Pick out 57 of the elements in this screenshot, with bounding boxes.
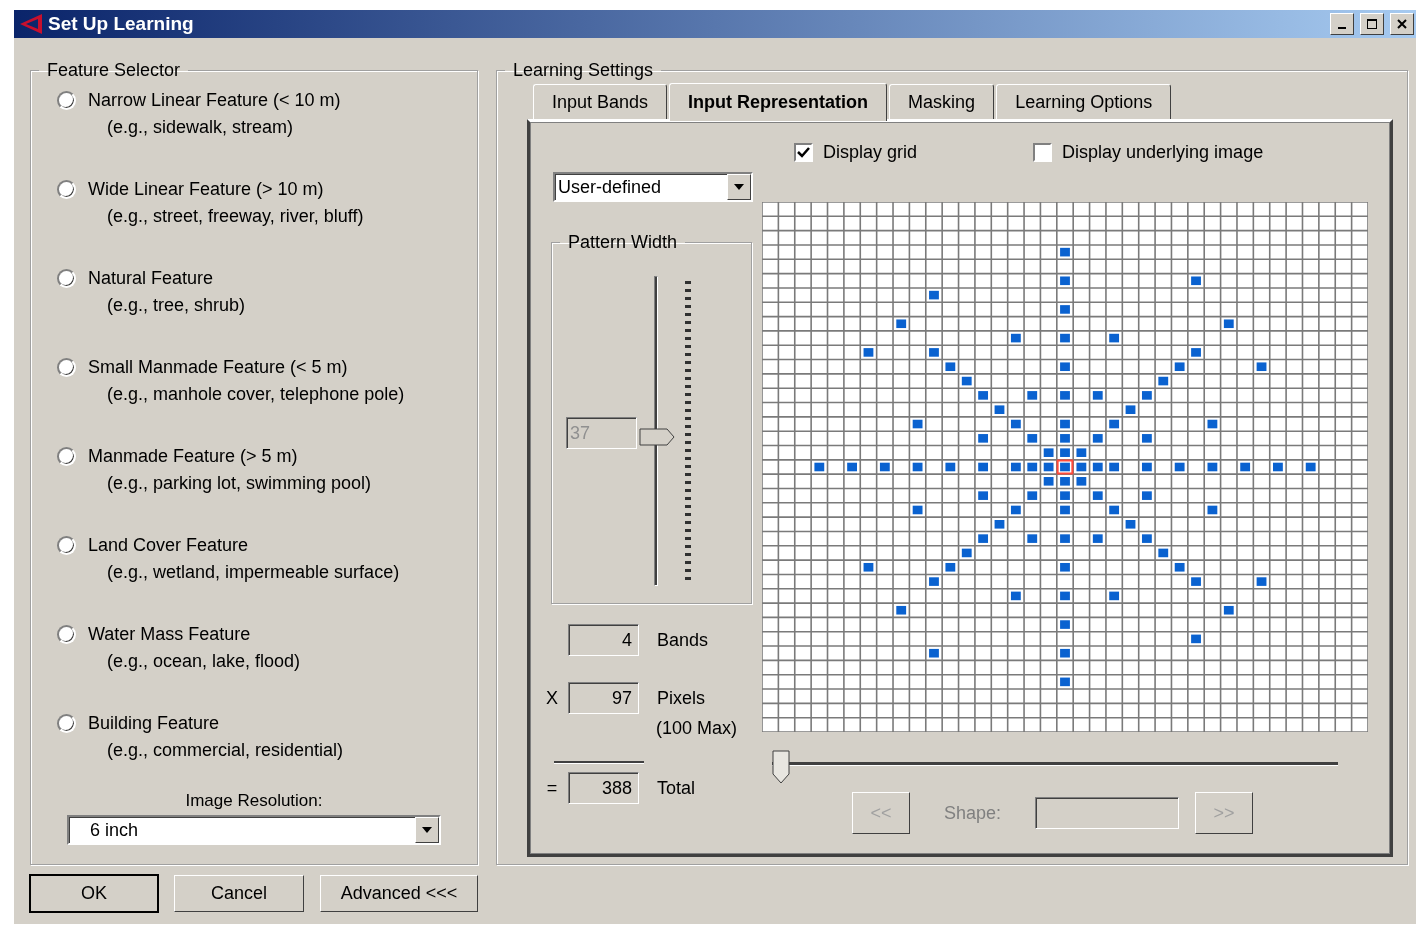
shape-label: Shape: (944, 802, 1002, 824)
minimize-button[interactable] (1330, 13, 1354, 35)
radio-option[interactable]: Natural Feature (57, 265, 477, 291)
resolution-dropdown[interactable]: 6 inch (67, 815, 441, 845)
radio-option[interactable]: Narrow Linear Feature (< 10 m) (57, 87, 477, 113)
example-text: (e.g., manhole cover, telephone pole) (107, 384, 406, 405)
example-text: (e.g., commercial, residential) (107, 740, 345, 761)
multiply-sign: X (545, 687, 559, 709)
checkmark-icon (797, 147, 810, 158)
caret-icon (734, 184, 744, 190)
dialog-button[interactable]: OK (30, 875, 158, 912)
shape-slider[interactable] (772, 750, 1338, 784)
pattern-dropdown[interactable]: User-defined (553, 172, 753, 202)
equals-sign: = (545, 777, 559, 799)
minimize-icon (1338, 27, 1346, 29)
app-logo-icon (18, 13, 44, 35)
pixels-field[interactable]: 97 (568, 682, 639, 714)
close-button[interactable] (1390, 13, 1414, 35)
example-text: (e.g., parking lot, swimming pool) (107, 473, 373, 494)
dialog-button[interactable]: Advanced <<< (320, 875, 478, 912)
tab[interactable]: Input Representation (669, 83, 888, 121)
radio-option[interactable]: Land Cover Feature (57, 532, 477, 558)
slider-thumb[interactable] (772, 750, 790, 784)
pattern-grid-drawing[interactable] (762, 202, 1368, 732)
radio-option[interactable]: Wide Linear Feature (> 10 m) (57, 176, 477, 202)
example-text: (e.g., street, freeway, river, bluff) (107, 206, 365, 227)
caret-icon (422, 827, 432, 833)
maximize-icon (1367, 19, 1377, 29)
dialog-button[interactable]: Cancel (174, 875, 304, 912)
tab[interactable]: Learning Options (996, 84, 1172, 119)
max-note: (100 Max) (656, 718, 739, 739)
maximize-button[interactable] (1360, 13, 1384, 35)
group-title: Pattern Width (567, 232, 679, 253)
checkbox[interactable]: Display grid (794, 142, 918, 163)
example-text: (e.g., tree, shrub) (107, 295, 247, 316)
resolution-label: Image Resolution: (185, 791, 323, 811)
close-icon (1397, 19, 1407, 29)
group-title: Learning Settings (512, 60, 655, 81)
radio-option[interactable]: Water Mass Feature (57, 621, 477, 647)
checkbox[interactable]: Display underlying image (1033, 142, 1264, 163)
bands-label: Bands (657, 629, 709, 651)
tab[interactable]: Masking (889, 84, 995, 119)
example-text: (e.g., sidewalk, stream) (107, 117, 295, 138)
radio-option[interactable]: Small Manmade Feature (< 5 m) (57, 354, 477, 380)
radio-option[interactable]: Building Feature (57, 710, 477, 736)
group-title: Feature Selector (46, 60, 182, 81)
tab[interactable]: Input Bands (533, 84, 668, 119)
shape-field[interactable] (1035, 797, 1180, 829)
window-title: Set Up Learning (48, 13, 195, 35)
example-text: (e.g., ocean, lake, flood) (107, 651, 302, 672)
radio-option[interactable]: Manmade Feature (> 5 m) (57, 443, 477, 469)
tick-marks-icon (685, 281, 691, 581)
total-field: 388 (568, 772, 639, 804)
total-label: Total (657, 777, 696, 799)
example-text: (e.g., wetland, impermeable surface) (107, 562, 401, 583)
pixels-label: Pixels (657, 687, 705, 709)
bands-field: 4 (568, 624, 639, 656)
